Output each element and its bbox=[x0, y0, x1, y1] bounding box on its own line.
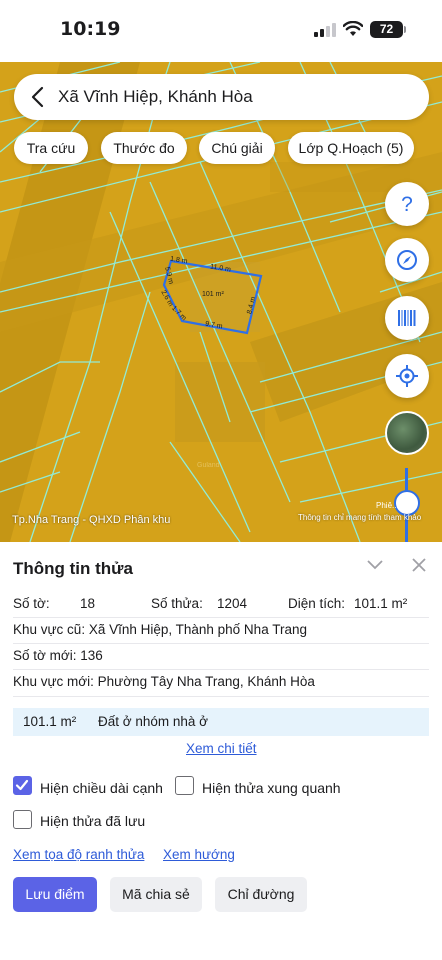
close-icon[interactable] bbox=[411, 557, 427, 573]
dien-tich-label: Diện tích: bbox=[288, 596, 346, 611]
dien-tich-value: 101.1 m² bbox=[354, 596, 408, 611]
map-watermark: Guland bbox=[197, 462, 220, 469]
view-coordinates-link[interactable]: Xem tọa độ ranh thửa bbox=[13, 847, 144, 862]
wifi-icon bbox=[343, 21, 363, 36]
divider bbox=[13, 617, 429, 618]
satellite-layer-thumbnail[interactable] bbox=[385, 411, 429, 455]
directions-button[interactable]: Chỉ đường bbox=[215, 877, 307, 912]
chip-tra-cuu[interactable]: Tra cứu bbox=[14, 132, 88, 164]
divider bbox=[13, 696, 429, 697]
parcel-area-label: 101 m² bbox=[202, 291, 224, 298]
status-time: 10:19 bbox=[60, 18, 121, 40]
my-location-button[interactable] bbox=[385, 354, 429, 398]
battery-icon: 72 bbox=[370, 21, 403, 38]
compass-icon bbox=[397, 250, 417, 270]
show-edge-length-label: Hiện chiều dài cạnh bbox=[40, 780, 163, 796]
old-area-row: Khu vực cũ: Xã Vĩnh Hiệp, Thành phố Nha … bbox=[13, 622, 307, 637]
checkmark-icon bbox=[15, 779, 29, 791]
compass-button[interactable] bbox=[385, 238, 429, 282]
back-arrow-icon[interactable] bbox=[28, 85, 48, 109]
so-thua-value: 1204 bbox=[217, 596, 248, 611]
view-detail-link[interactable]: Xem chi tiết bbox=[186, 741, 257, 756]
location-text: Xã Vĩnh Hiệp, Khánh Hòa bbox=[58, 87, 253, 106]
share-code-button[interactable]: Mã chia sẻ bbox=[110, 877, 202, 912]
chip-lop-quy-hoach[interactable]: Lớp Q.Hoạch (5) bbox=[288, 132, 414, 164]
so-to-value: 18 bbox=[80, 596, 96, 611]
chip-thuoc-do[interactable]: Thước đo bbox=[101, 132, 187, 164]
map-credit-top: Phiê... 2 bbox=[376, 501, 406, 510]
question-mark-icon: ? bbox=[401, 193, 413, 216]
save-point-button[interactable]: Lưu điểm bbox=[13, 877, 97, 912]
show-edge-length-checkbox[interactable] bbox=[13, 776, 32, 795]
show-surrounding-label: Hiện thửa xung quanh bbox=[202, 780, 341, 796]
map-credit: Thông tin chỉ mang tính tham khảo bbox=[298, 513, 422, 522]
show-saved-label: Hiện thửa đã lưu bbox=[40, 813, 146, 829]
barcode-button[interactable] bbox=[385, 296, 429, 340]
land-use-row: 101.1 m² Đất ở nhóm nhà ở bbox=[13, 708, 429, 736]
cellular-signal-icon bbox=[314, 23, 336, 37]
status-bar: 10:19 72 bbox=[0, 0, 442, 62]
view-direction-link[interactable]: Xem hướng bbox=[163, 847, 235, 862]
so-thua-label: Số thửa: bbox=[151, 596, 203, 611]
divider bbox=[13, 643, 429, 644]
so-to-label: Số tờ: bbox=[13, 596, 50, 611]
sheet-title: Thông tin thửa bbox=[13, 559, 133, 578]
land-use-area: 101.1 m² bbox=[23, 714, 77, 729]
help-button[interactable]: ? bbox=[385, 182, 429, 226]
new-area-row: Khu vực mới: Phường Tây Nha Trang, Khánh… bbox=[13, 674, 315, 689]
svg-text:?: ? bbox=[401, 193, 413, 216]
show-saved-checkbox[interactable] bbox=[13, 810, 32, 829]
map-layer-caption: Tp.Nha Trang - QHXD Phân khu bbox=[12, 514, 171, 526]
new-sheet-number-row: Số tờ mới: 136 bbox=[13, 648, 103, 663]
barcode-icon bbox=[398, 310, 416, 326]
location-search-bar[interactable]: Xã Vĩnh Hiệp, Khánh Hòa bbox=[14, 74, 429, 120]
chevron-down-icon[interactable] bbox=[366, 558, 384, 570]
chip-chu-giai[interactable]: Chú giải bbox=[199, 132, 275, 164]
land-use-type: Đất ở nhóm nhà ở bbox=[98, 714, 209, 729]
show-surrounding-checkbox[interactable] bbox=[175, 776, 194, 795]
divider bbox=[13, 669, 429, 670]
battery-tip bbox=[404, 26, 406, 33]
crosshair-icon bbox=[396, 365, 418, 387]
